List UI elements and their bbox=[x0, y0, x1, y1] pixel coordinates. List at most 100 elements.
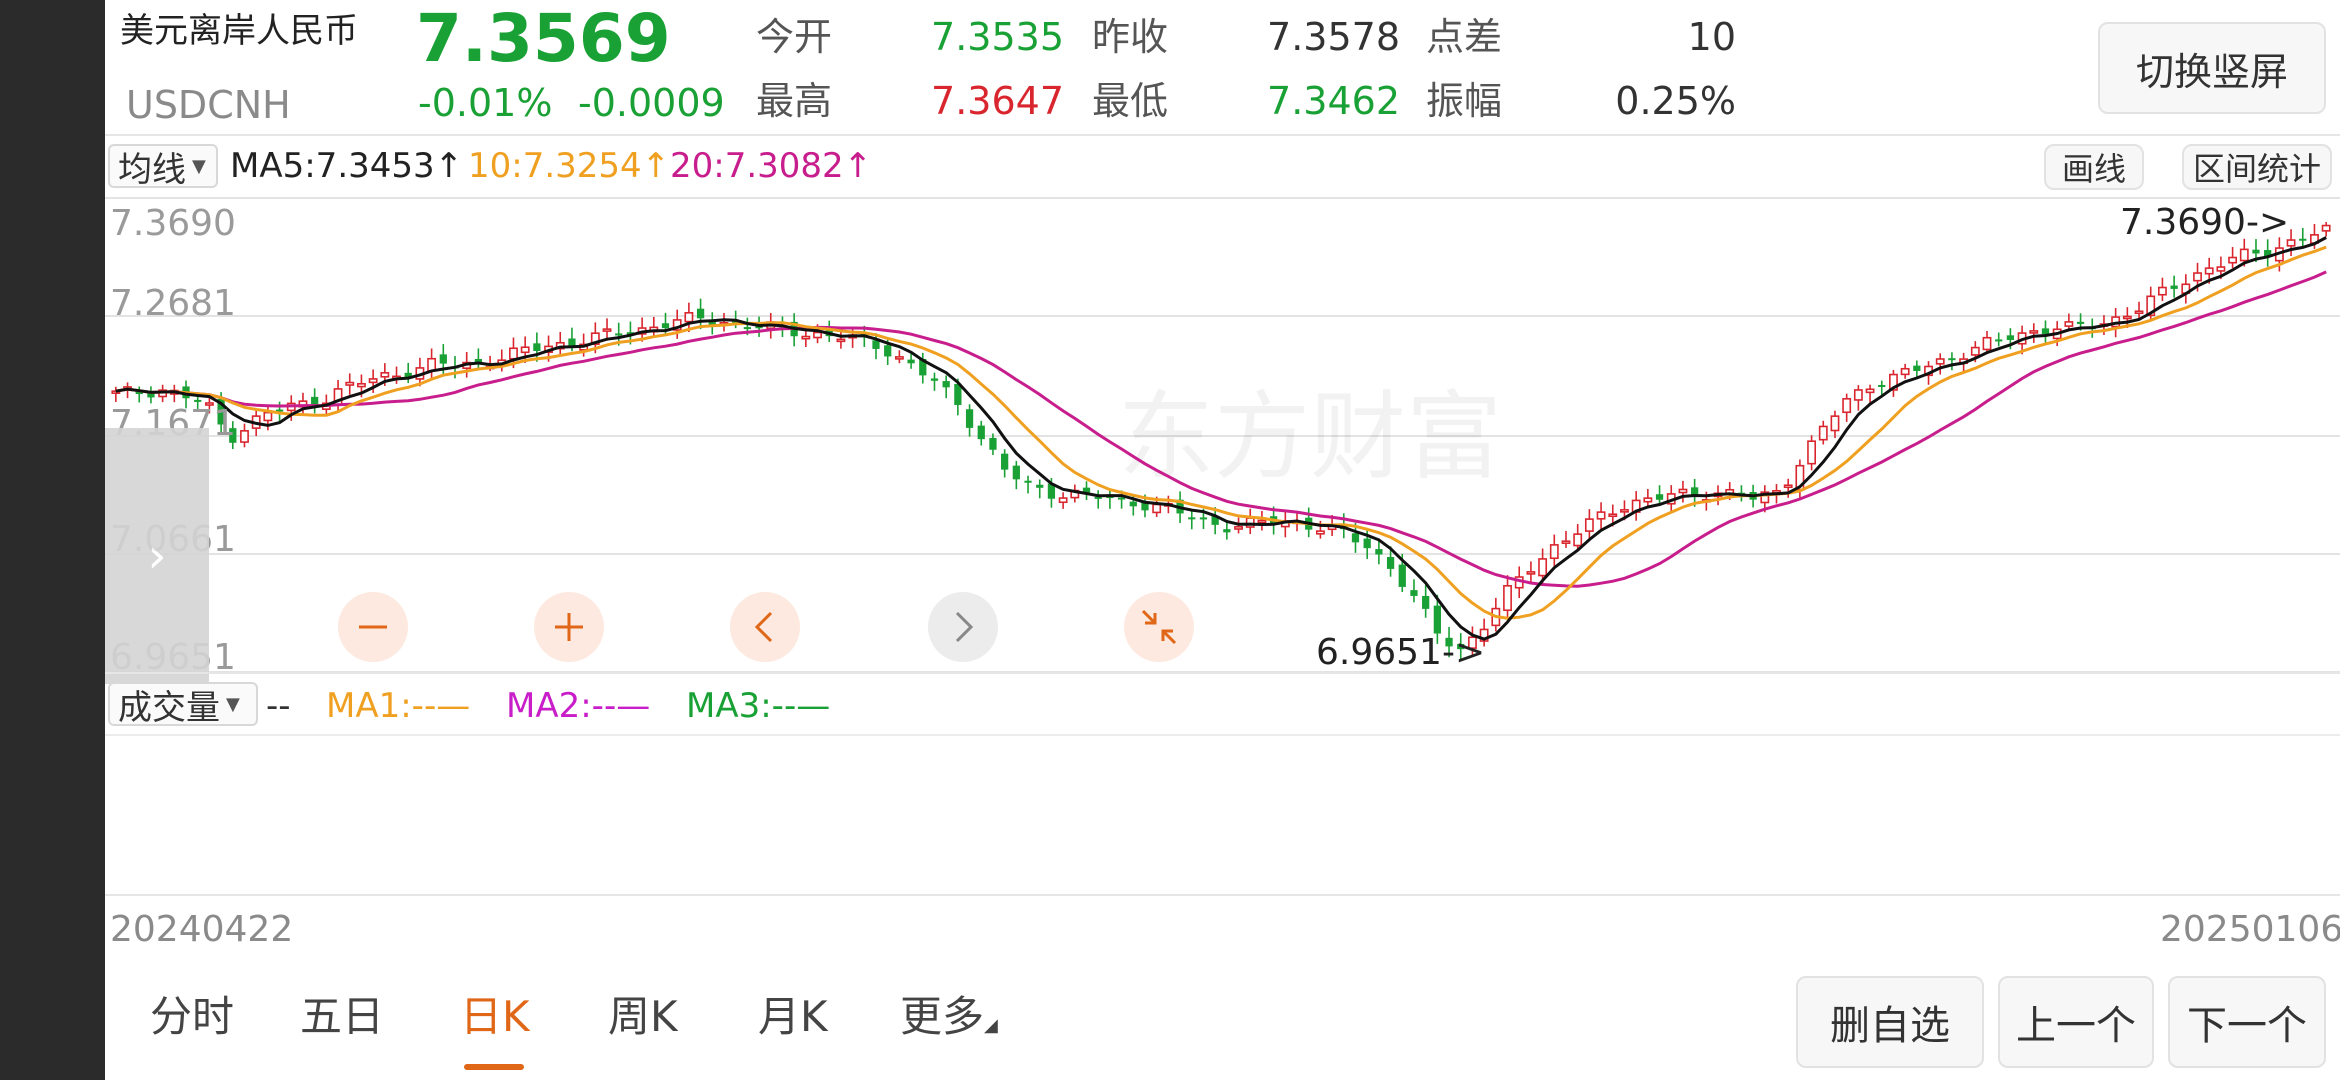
expand-panel-handle[interactable]: › bbox=[105, 428, 209, 684]
candle-body bbox=[615, 333, 623, 336]
candle-body bbox=[1970, 346, 1980, 356]
candle-body bbox=[2170, 285, 2178, 289]
candle-body bbox=[894, 356, 904, 360]
candle-body bbox=[1678, 488, 1688, 494]
candle-body bbox=[2134, 310, 2144, 315]
chart-bottom-divider bbox=[105, 672, 2340, 674]
remove-favorite-button[interactable]: 删自选 bbox=[1796, 976, 1984, 1068]
candle-body bbox=[836, 338, 846, 343]
candle-body bbox=[1807, 440, 1817, 465]
candle-body bbox=[2006, 335, 2015, 340]
volume-value: -- bbox=[266, 686, 291, 726]
kline-chart[interactable]: 东方财富 7.3690-> 6.9651-> bbox=[0, 0, 2340, 1080]
candle-body bbox=[1036, 484, 1044, 488]
volume-divider bbox=[105, 734, 2340, 736]
candle-body bbox=[1982, 336, 1992, 351]
candle-body bbox=[1643, 497, 1653, 503]
candle-body bbox=[1058, 497, 1068, 504]
candle-body bbox=[1549, 544, 1559, 560]
candle-body bbox=[1398, 564, 1406, 587]
candle-body bbox=[1129, 501, 1137, 507]
tab-intraday[interactable]: 分时 bbox=[150, 996, 234, 1038]
candle-body bbox=[1584, 518, 1594, 532]
candle-body bbox=[1865, 388, 1875, 394]
candle-body bbox=[1608, 513, 1618, 518]
volume-selector-label: 成交量 bbox=[118, 687, 220, 728]
candle-body bbox=[1503, 585, 1512, 612]
candle-body bbox=[1410, 590, 1418, 596]
candle-body bbox=[1900, 367, 1910, 376]
candle-body bbox=[1012, 465, 1020, 480]
collapse-button[interactable] bbox=[1124, 592, 1194, 662]
scroll-right-button[interactable] bbox=[928, 592, 998, 662]
candle-body bbox=[2252, 249, 2260, 254]
max-price-marker: 7.3690-> bbox=[2120, 202, 2289, 243]
candle-body bbox=[1024, 480, 1032, 483]
candle-body bbox=[743, 327, 751, 330]
candle-body bbox=[602, 328, 612, 332]
candle-body bbox=[1257, 519, 1267, 524]
tab-five-day[interactable]: 五日 bbox=[300, 996, 384, 1038]
candle-body bbox=[345, 381, 355, 386]
next-instrument-button[interactable]: 下一个 bbox=[2168, 976, 2326, 1068]
corner-arrow-icon: ◢ bbox=[984, 1015, 998, 1036]
candle-body bbox=[1386, 557, 1395, 569]
candle-body bbox=[1655, 494, 1664, 500]
candle-body bbox=[1842, 398, 1852, 414]
volume-selector[interactable]: 成交量 ▼ bbox=[108, 682, 258, 728]
zoom-out-button[interactable] bbox=[338, 592, 408, 662]
end-date-label: 20250106 bbox=[2160, 909, 2340, 950]
candle-body bbox=[1315, 530, 1325, 535]
candle-body bbox=[1620, 509, 1629, 513]
shrink-arrows-icon bbox=[1141, 609, 1177, 645]
zoom-in-button[interactable] bbox=[534, 592, 604, 662]
dropdown-arrow-icon: ▼ bbox=[226, 693, 240, 715]
minus-icon bbox=[359, 625, 387, 629]
candle-body bbox=[942, 381, 950, 388]
tab-weekly-k[interactable]: 周K bbox=[608, 996, 678, 1038]
candle-body bbox=[2193, 272, 2202, 282]
candle-body bbox=[2228, 256, 2238, 264]
watermark-text: 东方财富 bbox=[1118, 381, 1502, 493]
y-tick-label: 7.3690 bbox=[110, 203, 236, 244]
candle-body bbox=[684, 311, 694, 323]
scroll-left-button[interactable] bbox=[730, 592, 800, 662]
candle-body bbox=[696, 308, 705, 319]
candle-body bbox=[2158, 286, 2167, 296]
chevron-right-icon bbox=[955, 611, 974, 643]
tab-daily-k[interactable]: 日K bbox=[460, 996, 530, 1038]
tab-monthly-k[interactable]: 月K bbox=[758, 996, 828, 1038]
previous-instrument-button[interactable]: 上一个 bbox=[1998, 976, 2154, 1068]
candle-body bbox=[872, 340, 880, 349]
candle-body bbox=[1935, 358, 1945, 365]
candle-body bbox=[1001, 453, 1009, 470]
candle-body bbox=[240, 430, 249, 443]
volume-ma3: MA3:--— bbox=[686, 686, 831, 726]
volume-ma2: MA2:--— bbox=[506, 686, 651, 726]
candle-body bbox=[1351, 533, 1360, 543]
min-price-marker: 6.9651-> bbox=[1316, 632, 1485, 673]
chevron-right-icon: › bbox=[147, 528, 167, 584]
plus-icon bbox=[555, 613, 583, 641]
candle-body bbox=[1818, 425, 1828, 441]
candle-body bbox=[1223, 529, 1231, 533]
candle-body bbox=[1561, 540, 1571, 544]
candle-body bbox=[1188, 517, 1196, 520]
candle-body bbox=[661, 323, 670, 329]
candle-body bbox=[801, 335, 811, 340]
candle-body bbox=[965, 409, 974, 428]
candle-body bbox=[1995, 339, 2003, 342]
tab-more[interactable]: 更多◢ bbox=[900, 996, 998, 1038]
candle-body bbox=[1422, 595, 1430, 609]
candle-body bbox=[930, 378, 939, 381]
candle-body bbox=[263, 411, 273, 422]
candle-body bbox=[2041, 328, 2050, 335]
candle-body bbox=[439, 354, 447, 364]
candle-body bbox=[2076, 321, 2085, 324]
volume-bottom-divider bbox=[105, 894, 2340, 896]
candle-body bbox=[1375, 549, 1383, 555]
candle-body bbox=[2216, 266, 2226, 272]
candle-body bbox=[357, 382, 366, 388]
candle-body bbox=[1596, 511, 1606, 520]
candle-body bbox=[989, 437, 997, 450]
